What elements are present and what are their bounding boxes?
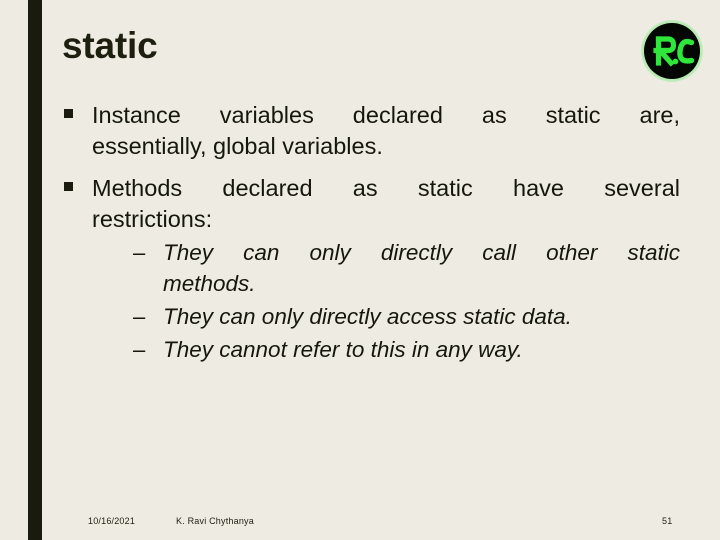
sub-bullet-item: – They cannot refer to this in any way. [133, 334, 680, 365]
footer-date: 10/16/2021 [88, 516, 136, 526]
logo-monogram-icon [653, 36, 695, 67]
sub-bullet-text: They can only directly access static dat… [163, 301, 680, 332]
sub-bullet-item: – They can only directly access static d… [133, 301, 680, 332]
bullet-text: Methods declared as static have several … [92, 173, 680, 235]
sub-bullet-list: – They can only directly call other stat… [92, 237, 680, 365]
bullet-line: Instance variables declared as static ar… [92, 102, 680, 128]
sub-bullet-line: They cannot refer to this in any way. [163, 337, 523, 362]
footer-page-number: 51 [662, 516, 673, 526]
sub-bullet-line: methods. [163, 271, 256, 296]
sub-bullet-item: – They can only directly call other stat… [133, 237, 680, 299]
bullet-item: Methods declared as static have several … [62, 173, 680, 365]
rc-logo [641, 20, 703, 82]
slide-body: Instance variables declared as static ar… [62, 100, 680, 376]
sub-bullet-text: They can only directly call other static… [163, 237, 680, 299]
square-bullet-icon [64, 182, 73, 191]
page-title: static [62, 25, 158, 66]
sub-bullet-text: They cannot refer to this in any way. [163, 334, 680, 365]
square-bullet-icon [64, 109, 73, 118]
sub-bullet-line: They can only directly access static dat… [163, 304, 572, 329]
dash-bullet-icon: – [133, 304, 146, 329]
bullet-line: essentially, global variables. [92, 133, 383, 159]
left-accent-bar [28, 0, 42, 540]
slide-canvas: static Instance variables declared as st… [0, 0, 720, 540]
bullet-line: restrictions: [92, 206, 213, 232]
footer-author: K. Ravi Chythanya [176, 516, 254, 526]
bullet-line: Methods declared as static have several [92, 175, 680, 201]
bullet-item: Instance variables declared as static ar… [62, 100, 680, 162]
dash-bullet-icon: – [133, 337, 146, 362]
bullet-text: Instance variables declared as static ar… [92, 100, 680, 162]
dash-bullet-icon: – [133, 240, 146, 265]
sub-bullet-line: They can only directly call other static [163, 240, 680, 265]
